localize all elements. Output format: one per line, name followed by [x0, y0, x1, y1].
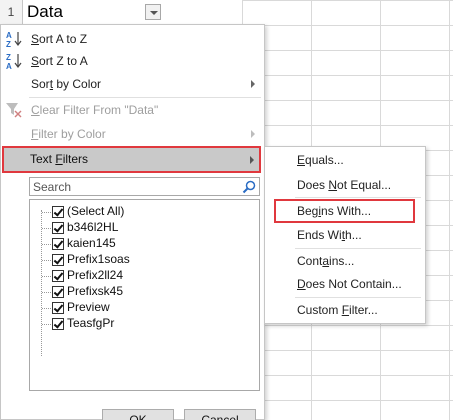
- checkbox-checked[interactable]: [52, 286, 64, 298]
- filter-by-color-label: Filter by Color: [31, 127, 106, 141]
- clear-filter-icon: [6, 103, 22, 118]
- submenu-arrow-icon: [251, 80, 255, 88]
- row-number-1[interactable]: 1: [0, 0, 22, 25]
- list-item-label: (Select All): [67, 204, 125, 218]
- svg-text:A: A: [6, 31, 12, 40]
- list-item-label: kaien145: [67, 236, 116, 250]
- does-not-contain-item[interactable]: Does Not Contain...: [265, 273, 425, 295]
- sort-ascending-icon: A Z: [6, 31, 22, 48]
- equals-label: Equals...: [297, 153, 344, 167]
- sort-a-to-z-label: Sort A to Z: [31, 32, 88, 46]
- list-item-select-all[interactable]: (Select All): [42, 204, 252, 220]
- tree-connector: [42, 292, 51, 293]
- text-filters-submenu: Equals... Does Not Equal... Begins With.…: [264, 146, 426, 324]
- checkbox-checked[interactable]: [52, 206, 64, 218]
- list-item[interactable]: Prefixsk45: [42, 284, 252, 300]
- list-item-label: Prefix2ll24: [67, 268, 124, 282]
- ends-with-label: Ends With...: [297, 228, 362, 242]
- sort-z-to-a-item[interactable]: Z A Sort Z to A: [1, 50, 264, 72]
- list-item[interactable]: kaien145: [42, 236, 252, 252]
- tree-connector: [42, 228, 51, 229]
- text-filters-label: Text Filters: [30, 152, 89, 166]
- ends-with-item[interactable]: Ends With...: [265, 224, 425, 246]
- header-cell[interactable]: Data: [23, 0, 243, 25]
- autofilter-menu: A Z Sort A to Z Z A Sort Z to A Sort by …: [0, 24, 265, 420]
- does-not-equal-label: Does Not Equal...: [297, 178, 392, 192]
- search-placeholder: Search: [33, 180, 72, 194]
- checkbox-checked[interactable]: [52, 318, 64, 330]
- list-item[interactable]: b346l2HL: [42, 220, 252, 236]
- search-icon: [242, 180, 256, 194]
- menu-separator: [295, 297, 421, 298]
- list-item[interactable]: TeasfgPr: [42, 316, 252, 332]
- header-cell-text: Data: [27, 2, 63, 21]
- sort-descending-icon: Z A: [6, 53, 22, 70]
- list-item-label: Prefix1soas: [67, 252, 130, 266]
- tree-connector: [42, 260, 51, 261]
- excel-window: 1 Data A Z Sort A to Z Z A Sort Z to A S…: [0, 0, 453, 420]
- checkbox-checked[interactable]: [52, 254, 64, 266]
- checkbox-checked[interactable]: [52, 238, 64, 250]
- tree-connector: [42, 324, 51, 325]
- does-not-equal-item[interactable]: Does Not Equal...: [265, 174, 425, 196]
- list-item[interactable]: Prefix1soas: [42, 252, 252, 268]
- checkbox-checked[interactable]: [52, 302, 64, 314]
- filter-dropdown-button[interactable]: [145, 4, 161, 20]
- sort-a-to-z-item[interactable]: A Z Sort A to Z: [1, 28, 264, 50]
- equals-item[interactable]: Equals...: [265, 149, 425, 171]
- list-item[interactable]: Prefix2ll24: [42, 268, 252, 284]
- svg-text:A: A: [6, 62, 12, 70]
- begins-with-item[interactable]: Begins With...: [274, 199, 415, 223]
- search-input[interactable]: Search: [29, 177, 260, 196]
- menu-separator: [29, 97, 261, 98]
- tree-connector: [42, 276, 51, 277]
- list-item-label: Preview: [67, 300, 110, 314]
- submenu-arrow-icon: [250, 156, 254, 164]
- sort-by-color-label: Sort by Color: [31, 77, 102, 91]
- custom-filter-label: Custom Filter...: [297, 303, 378, 317]
- text-filters-item[interactable]: Text Filters: [2, 146, 261, 173]
- clear-filter-item: Clear Filter From "Data": [1, 99, 264, 121]
- value-checklist[interactable]: (Select All) b346l2HL kaien145 Prefix1so…: [29, 199, 260, 391]
- list-item[interactable]: Preview: [42, 300, 252, 316]
- begins-with-label: Begins With...: [297, 204, 372, 218]
- checkbox-checked[interactable]: [52, 270, 64, 282]
- does-not-contain-label: Does Not Contain...: [297, 277, 402, 291]
- tree-connector: [42, 308, 51, 309]
- list-item-label: Prefixsk45: [67, 284, 124, 298]
- tree-connector: [42, 212, 51, 213]
- svg-text:Z: Z: [6, 40, 11, 48]
- list-item-label: b346l2HL: [67, 220, 119, 234]
- menu-separator: [295, 248, 421, 249]
- submenu-arrow-icon: [251, 130, 255, 138]
- contains-item[interactable]: Contains...: [265, 250, 425, 272]
- sort-z-to-a-label: Sort Z to A: [31, 54, 88, 68]
- list-item-label: TeasfgPr: [67, 316, 115, 330]
- menu-separator: [295, 197, 421, 198]
- custom-filter-item[interactable]: Custom Filter...: [265, 299, 425, 321]
- checkbox-checked[interactable]: [52, 222, 64, 234]
- cancel-button[interactable]: Cancel: [184, 409, 256, 420]
- sort-by-color-item[interactable]: Sort by Color: [1, 73, 264, 95]
- clear-filter-label: Clear Filter From "Data": [31, 103, 159, 117]
- filter-by-color-item: Filter by Color: [1, 123, 264, 145]
- contains-label: Contains...: [297, 254, 355, 268]
- tree-connector: [42, 244, 51, 245]
- svg-text:Z: Z: [6, 53, 11, 62]
- ok-button[interactable]: OK: [102, 409, 174, 420]
